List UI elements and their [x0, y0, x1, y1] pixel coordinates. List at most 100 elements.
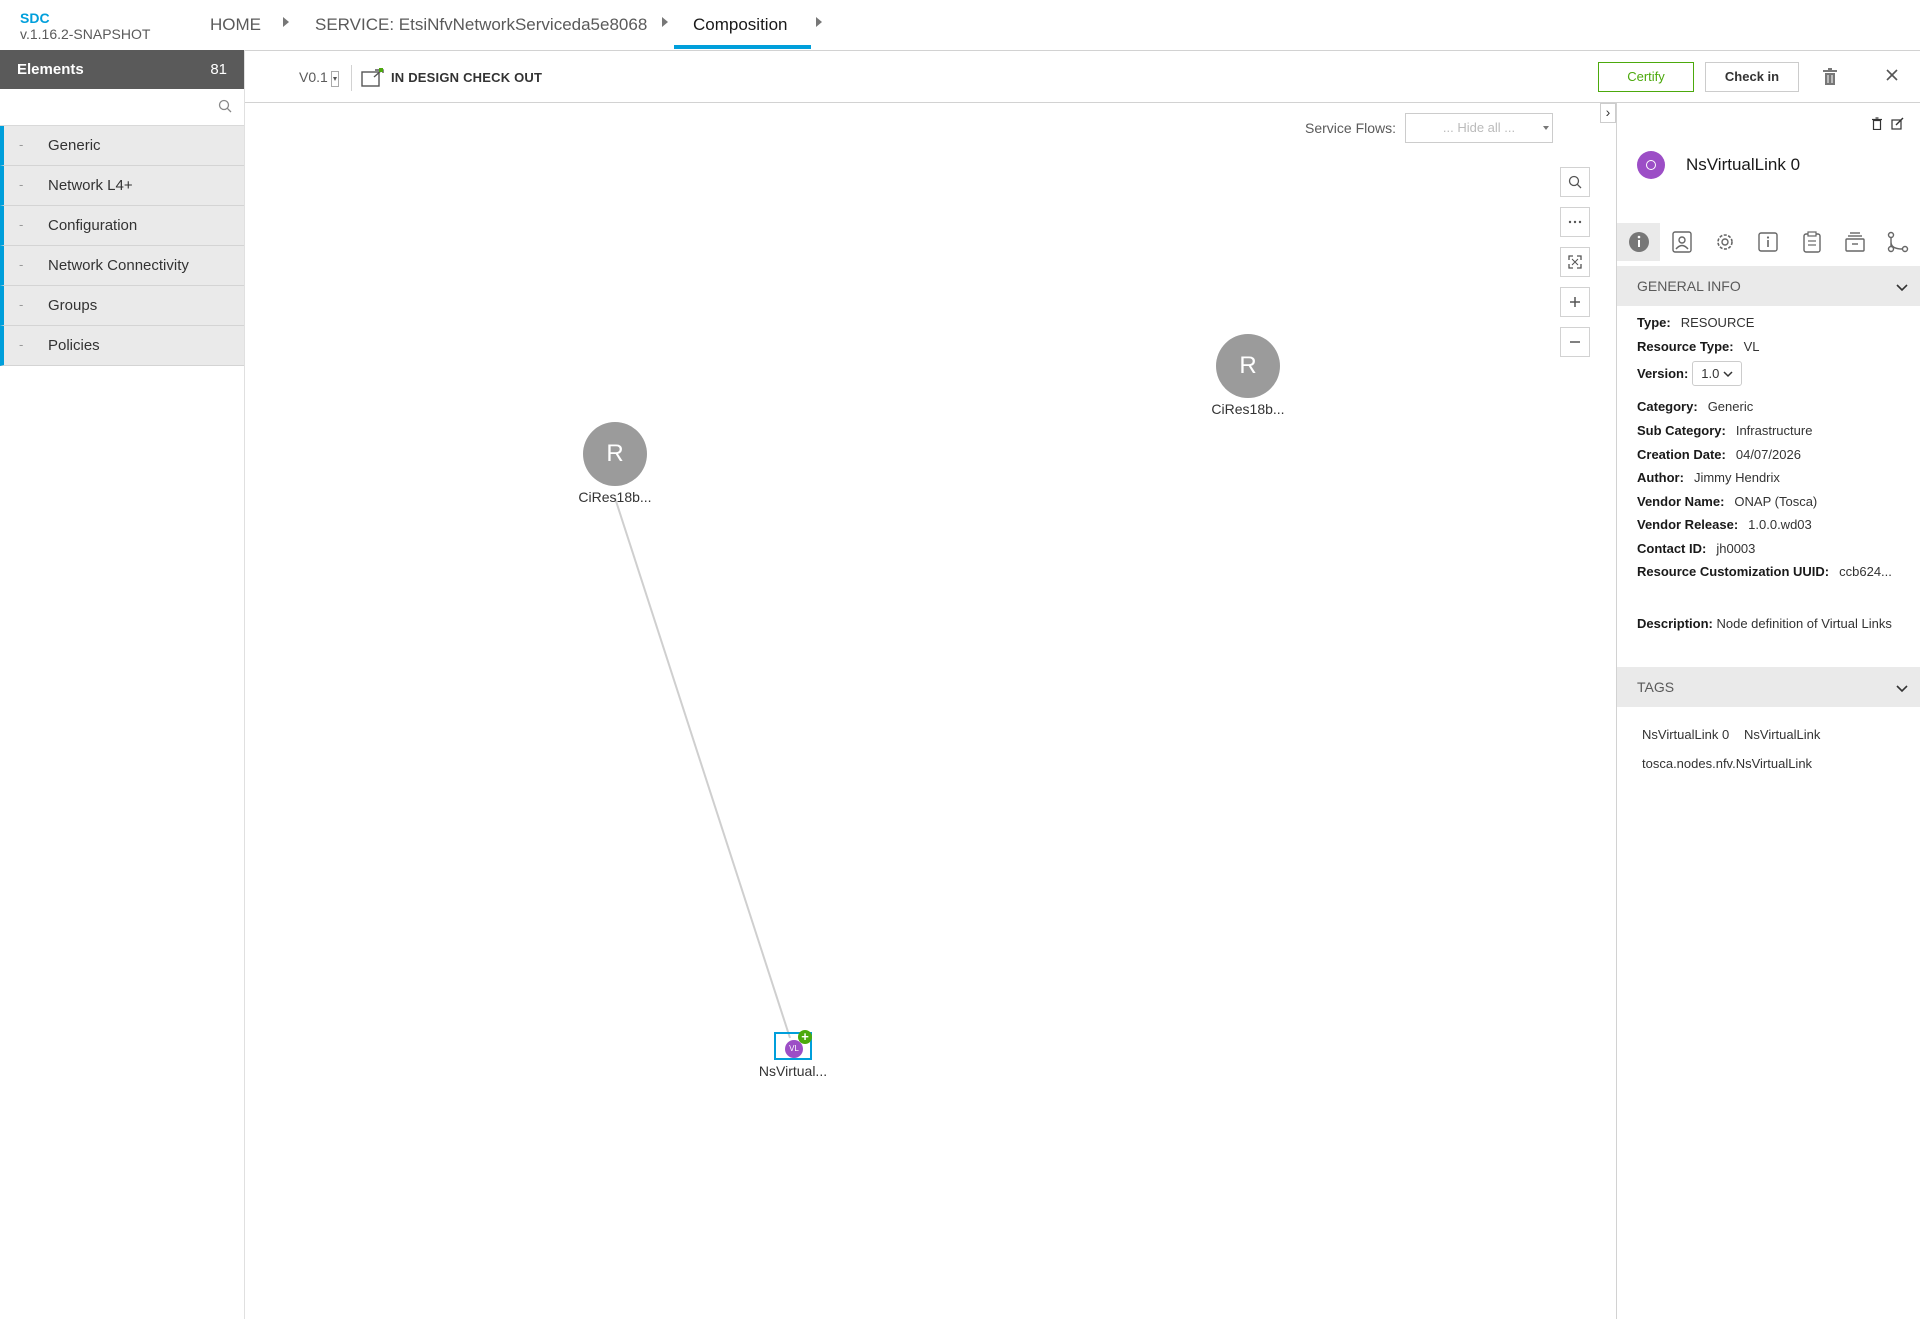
close-icon[interactable]	[1885, 68, 1899, 87]
tab-api[interactable]	[1790, 223, 1833, 261]
tab-general-info[interactable]	[1617, 223, 1661, 261]
collapse-dash: -	[19, 217, 24, 232]
node-label: CiRes18b...	[1211, 401, 1285, 417]
info-vendor-name: Vendor Name: ONAP (Tosca)	[1637, 494, 1818, 509]
category-network-l4[interactable]: - Network L4+	[0, 166, 244, 206]
info-creation-date: Creation Date: 04/07/2026	[1637, 447, 1801, 462]
canvas-links	[614, 497, 791, 1039]
category-label: Policies	[48, 337, 100, 354]
tag-item: NsVirtualLink	[1744, 727, 1821, 742]
resource-node[interactable]: R	[1216, 334, 1280, 398]
check-in-button[interactable]: Check in	[1705, 62, 1799, 92]
tag-item: tosca.nodes.nfv.NsVirtualLink	[1642, 756, 1813, 771]
version-dropdown[interactable]: 1.0	[1692, 361, 1742, 386]
vl-node-selected[interactable]: VL +	[774, 1030, 812, 1060]
elements-search-input[interactable]	[2, 91, 206, 123]
info-author: Author: Jimmy Hendrix	[1637, 470, 1780, 485]
info-sub-category: Sub Category: Infrastructure	[1637, 423, 1813, 438]
chevron-down-icon	[1723, 371, 1733, 378]
breadcrumb-arrow-icon	[283, 17, 289, 27]
elements-palette: Elements 81 - Generic - Network L4+ - Confi…	[0, 50, 245, 1319]
breadcrumb-service[interactable]: SERVICE: EtsiNfvNetworkServiceda5e8068	[315, 15, 647, 35]
active-tab-indicator	[674, 45, 811, 49]
elements-count: 81	[210, 61, 227, 78]
info-category: Category: Generic	[1637, 399, 1754, 414]
tab-deployment-artifacts[interactable]	[1660, 223, 1703, 261]
layers-icon	[1845, 232, 1865, 252]
artifacts-icon	[1672, 231, 1692, 253]
breadcrumb-arrow-icon[interactable]	[816, 17, 822, 27]
collapse-panel-icon[interactable]: ›	[1600, 103, 1616, 123]
node-label: CiRes18b...	[578, 489, 652, 505]
app-logo[interactable]: SDC v.1.16.2-SNAPSHOT	[20, 10, 150, 42]
lifecycle-status: IN DESIGN CHECK OUT	[391, 70, 543, 85]
breadcrumb-composition[interactable]: Composition	[693, 15, 788, 35]
breadcrumb-arrow-icon	[662, 17, 668, 27]
info-icon	[1758, 232, 1779, 252]
info-filled-icon	[1628, 232, 1649, 252]
tab-composition[interactable]	[1833, 223, 1876, 261]
elements-header: Elements 81	[0, 50, 244, 89]
edit-icon[interactable]	[1891, 117, 1904, 135]
clipboard-icon	[1803, 231, 1821, 253]
category-label: Network Connectivity	[48, 257, 189, 274]
tag-item: NsVirtualLink 0	[1642, 727, 1730, 742]
category-label: Configuration	[48, 217, 138, 234]
relation-link[interactable]	[614, 497, 791, 1039]
workspace-toolbar: V0.1 IN DESIGN CHECK OUT Certify Check i…	[245, 51, 1920, 103]
version-dropdown-icon[interactable]	[331, 71, 339, 87]
resource-node[interactable]: R	[583, 422, 647, 486]
info-version: Version: 1.0	[1637, 361, 1742, 386]
section-title: TAGS	[1637, 679, 1675, 695]
tab-info[interactable]	[1747, 223, 1790, 261]
properties-panel: › NsVirtualLink 0 GENERAL INFO Type: RES…	[1600, 103, 1920, 1319]
category-label: Groups	[48, 297, 98, 314]
panel-tabs	[1617, 223, 1920, 261]
checkout-icon	[361, 68, 385, 93]
gear-icon	[1717, 234, 1734, 250]
component-title: NsVirtualLink 0	[1686, 155, 1801, 174]
info-contact-id: Contact ID: jh0003	[1637, 541, 1756, 556]
category-network-connectivity[interactable]: - Network Connectivity	[0, 246, 244, 286]
info-description: Description: Node definition of Virtual …	[1637, 616, 1892, 631]
toolbar-divider	[351, 65, 352, 91]
search-icon[interactable]	[218, 99, 232, 118]
info-vendor-release: Vendor Release: 1.0.0.wd03	[1637, 517, 1812, 532]
category-generic[interactable]: - Generic	[0, 126, 244, 166]
node-label: NsVirtual...	[758, 1063, 828, 1079]
info-customization-uuid: Resource Customization UUID: ccb624...	[1637, 564, 1892, 579]
collapse-dash: -	[19, 137, 24, 152]
chevron-down-icon	[1896, 279, 1908, 297]
certify-button[interactable]: Certify	[1598, 62, 1694, 92]
app-name: SDC	[20, 10, 50, 26]
trash-icon[interactable]	[1822, 68, 1838, 91]
add-relation-icon[interactable]: +	[798, 1030, 812, 1044]
version-selector[interactable]: V0.1	[299, 69, 328, 85]
breadcrumb-home[interactable]: HOME	[210, 15, 261, 35]
category-policies[interactable]: - Policies	[0, 326, 244, 366]
tab-relations[interactable]	[1877, 223, 1920, 261]
component-avatar	[1637, 151, 1665, 179]
collapse-dash: -	[19, 177, 24, 192]
general-info-header[interactable]: GENERAL INFO	[1617, 266, 1920, 306]
tab-properties[interactable]	[1704, 223, 1747, 261]
top-navigation: SDC v.1.16.2-SNAPSHOT HOME SERVICE: Etsi…	[0, 0, 1920, 51]
tags-header[interactable]: TAGS	[1617, 667, 1920, 707]
category-label: Network L4+	[48, 177, 133, 194]
collapse-dash: -	[19, 257, 24, 272]
app-version: v.1.16.2-SNAPSHOT	[20, 26, 151, 42]
composition-canvas[interactable]: Service Flows: ... Hide all ... R CiRes1…	[245, 103, 1617, 1319]
collapse-dash: -	[19, 337, 24, 352]
panel-actions	[1871, 117, 1904, 135]
category-groups[interactable]: - Groups	[0, 286, 244, 326]
trash-icon[interactable]	[1871, 117, 1883, 135]
chevron-down-icon	[1896, 680, 1908, 698]
info-resource-type: Resource Type: VL	[1637, 339, 1760, 354]
elements-search	[0, 89, 244, 126]
category-label: Generic	[48, 137, 101, 154]
info-type: Type: RESOURCE	[1637, 315, 1755, 330]
relations-icon	[1888, 231, 1909, 253]
elements-title: Elements	[17, 61, 84, 78]
section-title: GENERAL INFO	[1637, 278, 1741, 294]
category-configuration[interactable]: - Configuration	[0, 206, 244, 246]
